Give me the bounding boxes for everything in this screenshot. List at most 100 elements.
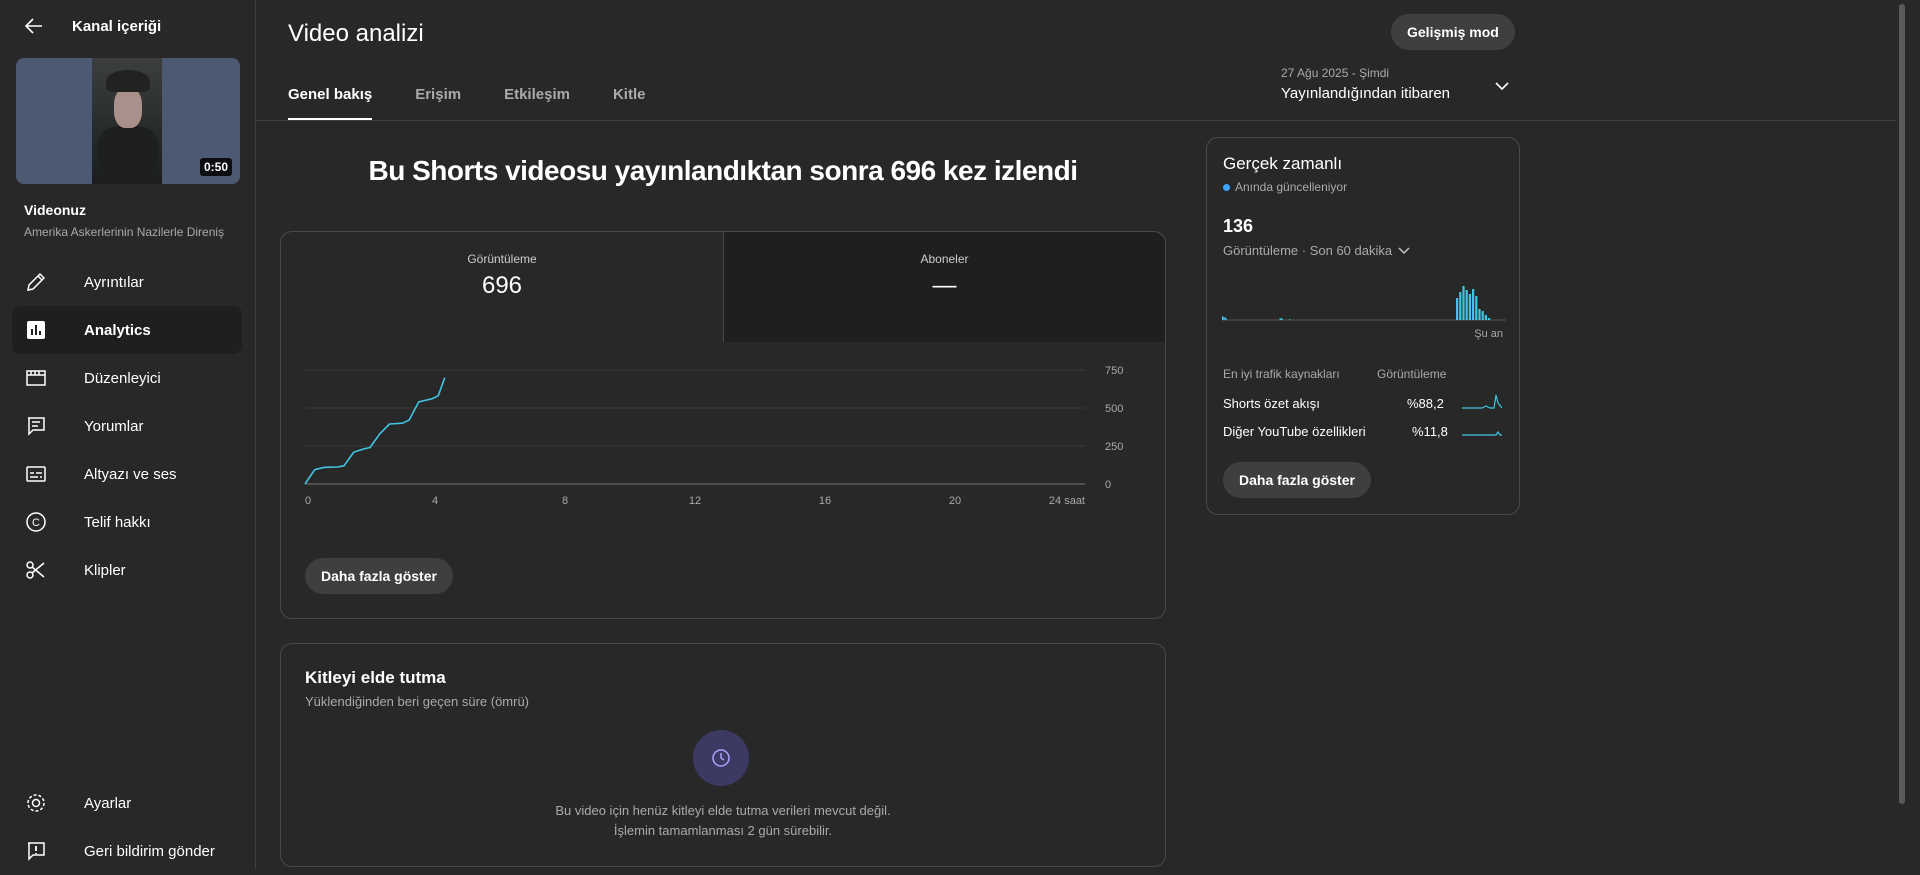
realtime-subtitle-text: Anında güncelleniyor bbox=[1235, 180, 1348, 194]
feedback-icon bbox=[24, 839, 48, 863]
sidebar-item-feedback[interactable]: Geri bildirim gönder bbox=[12, 827, 242, 875]
traffic-source-label: Shorts özet akışı bbox=[1223, 396, 1320, 411]
header-divider bbox=[256, 120, 1908, 121]
realtime-card: Gerçek zamanlı Anında güncelleniyor 136 … bbox=[1206, 137, 1520, 515]
y-tick-label: 500 bbox=[1105, 403, 1123, 415]
sidebar-item-label: Analytics bbox=[84, 321, 151, 339]
thumbnail-figure-face bbox=[114, 88, 142, 128]
sidebar-item-editor[interactable]: Düzenleyici bbox=[12, 354, 242, 402]
realtime-period-dropdown[interactable]: Görüntüleme · Son 60 dakika bbox=[1223, 242, 1412, 258]
realtime-bar bbox=[1289, 319, 1291, 320]
scrollbar[interactable] bbox=[1896, 0, 1908, 869]
realtime-bar bbox=[1481, 311, 1484, 320]
realtime-bar bbox=[1468, 294, 1471, 320]
y-tick-label: 250 bbox=[1105, 441, 1123, 453]
sidebar-item-label: Geri bildirim gönder bbox=[84, 842, 215, 860]
traffic-sparkline bbox=[1462, 430, 1502, 436]
tabs: Genel bakış Erişim Etkileşim Kitle bbox=[288, 86, 688, 120]
main-content: Video analizi Gelişmiş mod 27 Ağu 2025 -… bbox=[256, 0, 1908, 869]
date-range-label: Yayınlandığından itibaren bbox=[1281, 85, 1451, 102]
tab-engagement[interactable]: Etkileşim bbox=[504, 86, 570, 120]
date-range-selector[interactable]: 27 Ağu 2025 - Şimdi Yayınlandığından iti… bbox=[1281, 66, 1450, 102]
sidebar-item-clips[interactable]: Klipler bbox=[12, 546, 242, 594]
x-tick-label: 16 bbox=[819, 495, 831, 507]
metric-tabs: Görüntüleme 696 Aboneler — bbox=[281, 232, 1165, 342]
traffic-sources-header: En iyi trafik kaynakları bbox=[1223, 367, 1340, 381]
sidebar-item-settings[interactable]: Ayarlar bbox=[12, 779, 242, 827]
traffic-source-pct: %11,8 bbox=[1412, 424, 1448, 439]
retention-message-line: Bu video için henüz kitleyi elde tutma v… bbox=[555, 803, 891, 818]
scissors-icon bbox=[24, 558, 48, 582]
editor-icon bbox=[24, 366, 48, 390]
video-section-title: Videonuz bbox=[24, 202, 86, 218]
realtime-value: 136 bbox=[1223, 216, 1254, 236]
sidebar-item-label: Ayarlar bbox=[84, 794, 132, 812]
sidebar-item-details[interactable]: Ayrıntılar bbox=[12, 258, 242, 306]
retention-card: Kitleyi elde tutma Yüklendiğinden beri g… bbox=[280, 643, 1166, 867]
sidebar-item-copyright[interactable]: C Telif hakkı bbox=[12, 498, 242, 546]
page-title: Video analizi bbox=[288, 20, 424, 47]
metric-subscribers[interactable]: Aboneler — bbox=[723, 232, 1165, 342]
video-thumbnail[interactable]: 0:50 bbox=[16, 58, 240, 184]
realtime-subtitle: Anında güncelleniyor bbox=[1223, 180, 1347, 194]
metric-views[interactable]: Görüntüleme 696 bbox=[281, 232, 723, 342]
realtime-bar bbox=[1280, 318, 1282, 320]
tab-overview[interactable]: Genel bakış bbox=[288, 86, 373, 120]
realtime-bar bbox=[1223, 317, 1225, 320]
sidebar-item-analytics[interactable]: Analytics bbox=[12, 306, 242, 354]
channel-content-title[interactable]: Kanal içeriği bbox=[72, 18, 161, 35]
metric-label: Aboneler bbox=[920, 252, 969, 266]
tab-reach[interactable]: Erişim bbox=[415, 86, 461, 120]
sidebar-item-comments[interactable]: Yorumlar bbox=[12, 402, 242, 450]
sidebar-item-subtitles[interactable]: Altyazı ve ses bbox=[12, 450, 242, 498]
views-series-line bbox=[304, 377, 446, 485]
sidebar-item-label: Ayrıntılar bbox=[84, 273, 144, 291]
video-duration-badge: 0:50 bbox=[199, 158, 232, 176]
advanced-mode-button[interactable]: Gelişmiş mod bbox=[1391, 14, 1515, 50]
realtime-bar bbox=[1472, 289, 1475, 320]
x-tick-label: 12 bbox=[689, 495, 701, 507]
y-tick-label: 0 bbox=[1105, 479, 1111, 491]
sidebar-item-label: Altyazı ve ses bbox=[84, 465, 177, 483]
pencil-icon bbox=[24, 270, 48, 294]
realtime-bar-chart bbox=[1222, 286, 1506, 321]
realtime-show-more-button[interactable]: Daha fazla göster bbox=[1223, 462, 1371, 498]
realtime-bar bbox=[1456, 298, 1459, 320]
chevron-down-icon bbox=[1398, 247, 1410, 254]
chevron-down-icon[interactable] bbox=[1490, 74, 1514, 98]
show-more-button[interactable]: Daha fazla göster bbox=[305, 558, 453, 594]
realtime-bar bbox=[1225, 318, 1227, 320]
metric-value: 696 bbox=[481, 272, 523, 299]
retention-title: Kitleyi elde tutma bbox=[305, 668, 446, 687]
back-arrow-icon[interactable] bbox=[22, 14, 46, 38]
subtitles-icon bbox=[24, 462, 48, 486]
realtime-title: Gerçek zamanlı bbox=[1223, 154, 1343, 173]
tab-audience[interactable]: Kitle bbox=[613, 86, 646, 120]
traffic-views-header: Görüntüleme bbox=[1377, 367, 1447, 381]
sidebar-item-label: Telif hakkı bbox=[84, 513, 151, 531]
date-range-dates: 27 Ağu 2025 - Şimdi bbox=[1281, 66, 1390, 80]
realtime-bar bbox=[1478, 309, 1481, 320]
realtime-bar bbox=[1475, 296, 1478, 320]
thumbnail-figure-body bbox=[98, 126, 158, 184]
copyright-icon: C bbox=[24, 510, 48, 534]
sidebar-header: Kanal içeriği bbox=[22, 14, 161, 38]
traffic-source-pct: %88,2 bbox=[1407, 396, 1444, 411]
scrollbar-thumb[interactable] bbox=[1899, 4, 1905, 804]
x-tick-label: 20 bbox=[949, 495, 961, 507]
realtime-period-label: Görüntüleme · Son 60 dakika bbox=[1223, 242, 1393, 258]
traffic-source-label: Diğer YouTube özellikleri bbox=[1223, 424, 1366, 439]
comment-icon bbox=[24, 414, 48, 438]
realtime-bar bbox=[1222, 316, 1223, 320]
analytics-icon bbox=[24, 318, 48, 342]
realtime-now-label: Şu an bbox=[1474, 328, 1503, 340]
x-tick-label: 24 saat bbox=[1049, 495, 1085, 507]
realtime-bar bbox=[1224, 317, 1226, 320]
x-tick-label: 0 bbox=[305, 495, 311, 507]
x-tick-label: 4 bbox=[432, 495, 438, 507]
sidebar-item-label: Yorumlar bbox=[84, 417, 144, 435]
gear-icon bbox=[24, 791, 48, 815]
realtime-bar bbox=[1465, 290, 1468, 320]
realtime-bar bbox=[1488, 318, 1491, 320]
overview-headline: Bu Shorts videosu yayınlandıktan sonra 6… bbox=[368, 155, 1079, 186]
